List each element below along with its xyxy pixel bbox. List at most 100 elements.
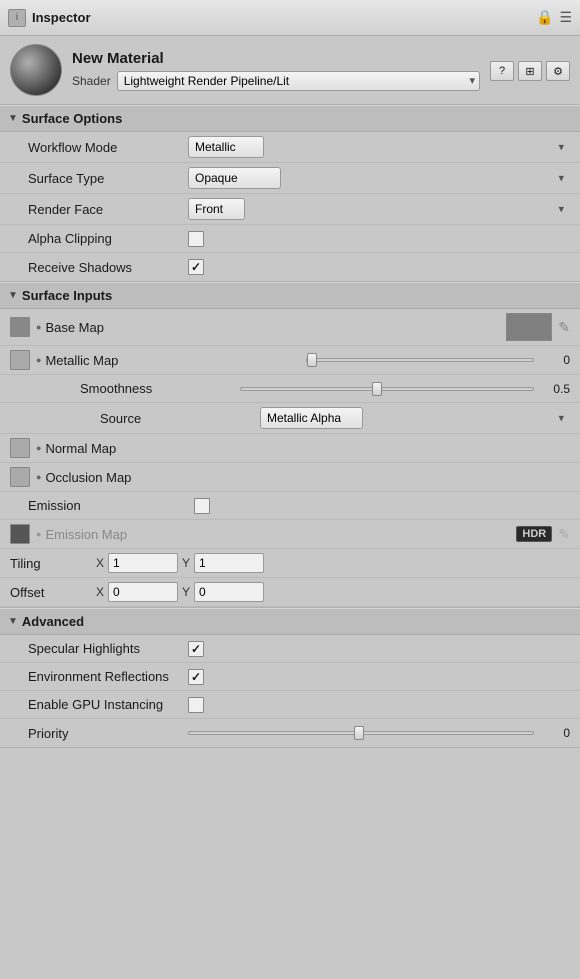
priority-value: 0 xyxy=(188,726,570,740)
offset-x-input[interactable] xyxy=(108,582,178,602)
settings-button[interactable]: ⚙ xyxy=(546,61,570,81)
advanced-header[interactable]: ▼ Advanced xyxy=(0,608,580,635)
workflow-mode-label: Workflow Mode xyxy=(28,140,188,155)
priority-slider-thumb[interactable] xyxy=(354,726,364,740)
surface-type-select[interactable]: Opaque Transparent xyxy=(188,167,281,189)
gpu-instancing-value xyxy=(188,697,570,713)
surface-type-select-wrap: Opaque Transparent xyxy=(188,167,570,189)
surface-options-header[interactable]: ▼ Surface Options xyxy=(0,105,580,132)
shader-select[interactable]: Lightweight Render Pipeline/Lit xyxy=(117,71,480,91)
material-preview-sphere xyxy=(10,44,62,96)
shader-label: Shader xyxy=(72,74,111,88)
source-select[interactable]: Metallic Alpha Albedo Alpha xyxy=(260,407,363,429)
metallic-map-thumb-small xyxy=(10,350,30,370)
base-map-row: ● Base Map ✎ xyxy=(0,309,580,346)
offset-row: Offset X Y xyxy=(0,578,580,607)
base-map-color[interactable] xyxy=(506,313,552,341)
source-row: Source Metallic Alpha Albedo Alpha xyxy=(0,403,580,434)
offset-y-input[interactable] xyxy=(194,582,264,602)
priority-label: Priority xyxy=(28,726,188,741)
help-button[interactable]: ? xyxy=(490,61,514,81)
alpha-clipping-value xyxy=(188,231,570,247)
gpu-instancing-label: Enable GPU Instancing xyxy=(28,697,188,712)
advanced-section: ▼ Advanced Specular Highlights Environme… xyxy=(0,608,580,748)
env-reflections-value xyxy=(188,669,570,685)
metallic-slider-track[interactable] xyxy=(306,358,534,362)
smoothness-slider-track[interactable] xyxy=(240,387,534,391)
layout-button[interactable]: ⊞ xyxy=(518,61,542,81)
tiling-coords: X Y xyxy=(96,553,570,573)
workflow-mode-select-wrap: Metallic Specular xyxy=(188,136,570,158)
source-value: Metallic Alpha Albedo Alpha xyxy=(260,407,570,429)
emission-map-label: Emission Map xyxy=(45,527,127,542)
specular-highlights-checkbox[interactable] xyxy=(188,641,204,657)
inspector-title: Inspector xyxy=(32,10,91,25)
advanced-arrow: ▼ xyxy=(8,616,18,627)
shader-select-wrapper: Lightweight Render Pipeline/Lit xyxy=(117,71,480,91)
render-face-select[interactable]: Front Back Both xyxy=(188,198,245,220)
offset-y-label: Y xyxy=(182,585,190,599)
surface-options-section: ▼ Surface Options Workflow Mode Metallic… xyxy=(0,105,580,282)
normal-map-thumb-small xyxy=(10,438,30,458)
priority-slider-container: 0 xyxy=(188,726,570,740)
surface-type-label: Surface Type xyxy=(28,171,188,186)
hdr-button[interactable]: HDR xyxy=(516,526,552,542)
surface-type-row: Surface Type Opaque Transparent xyxy=(0,163,580,194)
offset-x-label: X xyxy=(96,585,104,599)
priority-slider-track[interactable] xyxy=(188,731,534,735)
base-map-thumb-small xyxy=(10,317,30,337)
workflow-mode-value: Metallic Specular xyxy=(188,136,570,158)
render-face-row: Render Face Front Back Both xyxy=(0,194,580,225)
normal-map-label: Normal Map xyxy=(45,441,116,456)
workflow-mode-select[interactable]: Metallic Specular xyxy=(188,136,264,158)
tiling-x-label: X xyxy=(96,556,104,570)
surface-inputs-title: Surface Inputs xyxy=(22,288,112,303)
occlusion-map-dot: ● xyxy=(36,472,41,482)
smoothness-slider-thumb[interactable] xyxy=(372,382,382,396)
receive-shadows-checkbox[interactable] xyxy=(188,259,204,275)
smoothness-value: 0.5 xyxy=(240,382,570,396)
env-reflections-checkbox[interactable] xyxy=(188,669,204,685)
emission-pencil-icon[interactable]: ✎ xyxy=(558,526,570,543)
tiling-x-input[interactable] xyxy=(108,553,178,573)
emission-map-thumb-small xyxy=(10,524,30,544)
normal-map-row: ● Normal Map xyxy=(0,434,580,463)
emission-row: Emission xyxy=(0,492,580,520)
metallic-value: 0 xyxy=(540,353,570,367)
specular-highlights-row: Specular Highlights xyxy=(0,635,580,663)
render-face-label: Render Face xyxy=(28,202,188,217)
metallic-slider-thumb[interactable] xyxy=(307,353,317,367)
inspector-icon: i xyxy=(8,9,26,27)
render-face-select-wrap: Front Back Both xyxy=(188,198,570,220)
tiling-y-label: Y xyxy=(182,556,190,570)
menu-icon[interactable]: ☰ xyxy=(559,9,572,26)
offset-coords: X Y xyxy=(96,582,570,602)
specular-highlights-label: Specular Highlights xyxy=(28,641,188,656)
title-bar-actions: 🔒 ☰ xyxy=(536,9,572,26)
surface-options-arrow: ▼ xyxy=(8,113,18,124)
receive-shadows-value xyxy=(188,259,570,275)
emission-label: Emission xyxy=(28,498,188,513)
render-face-value: Front Back Both xyxy=(188,198,570,220)
specular-highlights-value xyxy=(188,641,570,657)
alpha-clipping-checkbox[interactable] xyxy=(188,231,204,247)
env-reflections-label: Environment Reflections xyxy=(28,669,188,684)
base-map-label: Base Map xyxy=(45,320,104,335)
offset-label: Offset xyxy=(10,585,90,600)
occlusion-map-row: ● Occlusion Map xyxy=(0,463,580,492)
gpu-instancing-checkbox[interactable] xyxy=(188,697,204,713)
alpha-clipping-row: Alpha Clipping xyxy=(0,225,580,253)
lock-icon[interactable]: 🔒 xyxy=(536,9,553,26)
smoothness-value-display: 0.5 xyxy=(540,382,570,396)
emission-checkbox[interactable] xyxy=(194,498,210,514)
priority-value-display: 0 xyxy=(540,726,570,740)
metallic-map-label-container: ● Metallic Map xyxy=(36,353,300,368)
advanced-title: Advanced xyxy=(22,614,84,629)
base-map-pencil-icon[interactable]: ✎ xyxy=(558,319,570,336)
surface-inputs-header[interactable]: ▼ Surface Inputs xyxy=(0,282,580,309)
tiling-y-input[interactable] xyxy=(194,553,264,573)
metallic-slider-container: 0 xyxy=(306,353,570,367)
surface-inputs-section: ▼ Surface Inputs ● Base Map ✎ ● Metallic… xyxy=(0,282,580,608)
occlusion-map-thumb-small xyxy=(10,467,30,487)
receive-shadows-row: Receive Shadows xyxy=(0,253,580,281)
